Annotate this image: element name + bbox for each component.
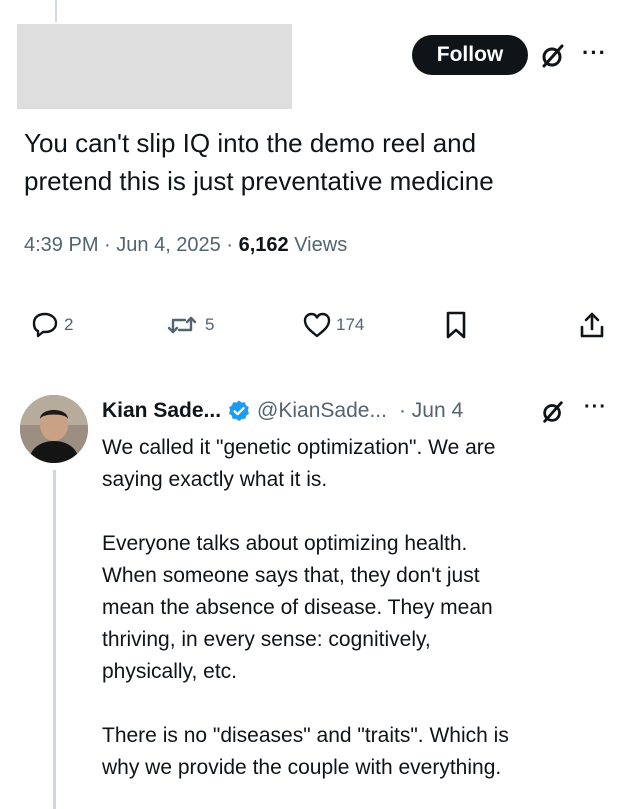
- tweet-text-line: You can't slip IQ into the demo reel and: [24, 128, 477, 158]
- tweet-meta: 4:39 PM · Jun 4, 2025 · 6,162 Views: [24, 234, 347, 257]
- thread-connector: [53, 470, 56, 809]
- avatar[interactable]: [20, 395, 88, 463]
- grok-icon[interactable]: [539, 42, 567, 70]
- reply-count: 2: [64, 315, 74, 334]
- bookmark-icon: [446, 311, 466, 339]
- reply-paragraph: There is no "diseases" and "traits". Whi…: [102, 720, 622, 784]
- reply-text-line: When someone says that, they don't just: [102, 564, 480, 587]
- reply-paragraph: Everyone talks about optimizing health. …: [102, 528, 622, 688]
- views-count: 6,162: [238, 234, 289, 256]
- reply-date[interactable]: · Jun 4: [399, 399, 463, 423]
- reply-text-line: We called it "genetic optimization". We …: [102, 436, 496, 459]
- reply-paragraph: We called it "genetic optimization". We …: [102, 432, 622, 496]
- verified-badge-icon: [229, 400, 250, 421]
- repost-count: 5: [205, 315, 215, 334]
- reply-author-name[interactable]: Kian Sade...: [102, 399, 221, 423]
- reply-text-line: why we provide the couple with everythin…: [102, 756, 502, 779]
- reply-text: We called it "genetic optimization". We …: [102, 432, 622, 809]
- tweet-text: You can't slip IQ into the demo reel and…: [24, 124, 614, 200]
- reply-text-line: thriving, in every sense: cognitively,: [102, 628, 431, 651]
- reply-text-line: physically, etc.: [102, 660, 237, 683]
- redacted-author-block: [17, 24, 292, 109]
- reply-more-options-icon[interactable]: ···: [584, 396, 607, 419]
- grok-icon[interactable]: [540, 399, 566, 425]
- reply-header: Kian Sade... @KianSade... · Jun 4: [102, 396, 463, 426]
- tweet-date[interactable]: Jun 4, 2025: [116, 234, 221, 256]
- follow-button[interactable]: Follow: [412, 35, 528, 75]
- avatar-photo: [20, 395, 88, 463]
- tweet-time[interactable]: 4:39 PM: [24, 234, 98, 256]
- tweet-text-line: pretend this is just preventative medici…: [24, 166, 494, 196]
- meta-separator: ·: [104, 234, 117, 256]
- heart-icon: [303, 312, 331, 338]
- reply-button[interactable]: 2: [30, 310, 73, 340]
- tweet-actions-bar: 2 5 174: [0, 310, 640, 354]
- views-label: Views: [294, 234, 348, 256]
- bookmark-button[interactable]: [441, 310, 471, 340]
- reply-icon: [32, 312, 58, 338]
- like-button[interactable]: 174: [302, 310, 364, 340]
- reply-text-line: There is no "diseases" and "traits". Whi…: [102, 724, 509, 747]
- reply-text-line: mean the absence of disease. They mean: [102, 596, 493, 619]
- more-options-icon[interactable]: ···: [582, 40, 607, 66]
- share-icon: [580, 312, 604, 338]
- reply-date-text: Jun 4: [411, 399, 464, 422]
- meta-separator: ·: [226, 234, 239, 256]
- reply-text-line: saying exactly what it is.: [102, 468, 328, 491]
- repost-button[interactable]: 5: [163, 310, 214, 340]
- repost-icon: [167, 316, 197, 334]
- reply-text-line: Everyone talks about optimizing health.: [102, 532, 468, 555]
- share-button[interactable]: [577, 310, 607, 340]
- reply-author-handle[interactable]: @KianSade...: [257, 399, 387, 423]
- thread-connector-top: [55, 0, 57, 22]
- like-count: 174: [336, 315, 365, 334]
